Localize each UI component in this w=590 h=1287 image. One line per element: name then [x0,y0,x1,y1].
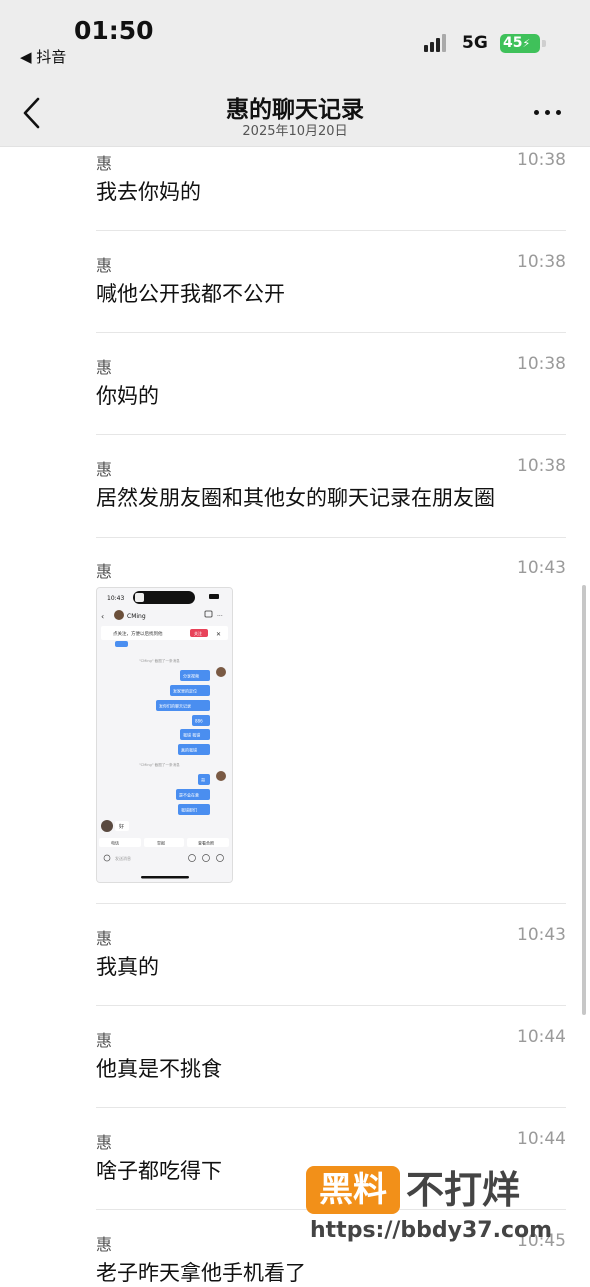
message-sender: 惠 [96,154,113,173]
thumb-bubble-text: 我错 我错 [183,732,200,738]
message-text: 啥子都吃得下 [96,1159,222,1183]
divider [96,230,566,231]
thumb-banner-btn: 关注 [194,630,202,636]
message-time: 10:38 [517,456,566,476]
message-time: 10:38 [517,252,566,272]
message-time: 10:43 [517,925,566,945]
divider [96,332,566,333]
thumb-reply: 好 [119,823,124,830]
message-text: 我真的 [96,955,159,979]
divider [96,903,566,904]
message-time: 10:44 [517,1027,566,1047]
thumb-bubble-text: 真的我错 [181,747,197,753]
divider [96,537,566,538]
message-sender: 惠 [96,358,113,377]
message-text: 居然发朋友圈和其他女的聊天记录在朋友圈 [96,486,495,510]
watermark-url: https://bbdy37.com [310,1218,553,1243]
top-bar: 01:50 ◀ 抖音 5G 45⚡ 惠的聊天记录 2025年10月20日 [0,0,590,147]
message-time: 10:38 [517,150,566,170]
thumb-contact: CMing [127,613,146,620]
message-time: 10:44 [517,1129,566,1149]
thumb-avatar [216,667,226,677]
thumb-tab-2: 举报 [157,840,165,846]
watermark-text: 不打烊 [406,1168,521,1212]
svg-text:✕: ✕ [216,631,221,638]
page-subtitle-date: 2025年10月20日 [242,124,348,139]
svg-text:···: ··· [217,613,223,620]
message-sender: 惠 [96,929,113,948]
message-sender: 惠 [96,256,113,275]
thumb-bubble-text: 是不会在意 [179,792,199,798]
message-time: 10:43 [517,558,566,578]
message-time: 10:38 [517,354,566,374]
thumb-banner: 点关注，方便以后找到他 [113,630,163,637]
scrollbar[interactable] [582,585,586,1015]
message-sender: 惠 [96,460,113,479]
thumb-sys2: "CMing" 截图了一条消息 [139,762,180,767]
thumb-tab-1: 电话 [111,840,119,846]
back-to-app-link[interactable]: ◀ 抖音 [20,46,66,67]
thumb-bubble-text: 分享视频 [183,673,199,679]
thumb-time: 10:43 [107,595,124,602]
message-text: 你妈的 [96,384,159,408]
thumb-bubble-text: 哥 [201,777,205,783]
message-text: 他真是不挑食 [96,1057,222,1081]
message-text: 我去你妈的 [96,180,201,204]
thumb-input: 发送消息 [115,855,131,861]
status-time: 01:50 [74,16,154,45]
message-sender: 惠 [96,1031,113,1050]
svg-text:‹: ‹ [101,612,104,621]
thumb-sys1: "CMing" 截图了一条消息 [139,658,180,663]
page-title: 惠的聊天记录 [226,97,364,123]
divider [96,1107,566,1108]
thumb-bubble-text: 886 [195,719,203,724]
divider [96,434,566,435]
battery-level: 45 [503,35,523,51]
message-text: 喊他公开我都不公开 [96,282,285,306]
watermark-box-text: 黑料 [306,1166,400,1214]
thumb-bubble-text: 我错那们 [181,807,197,813]
more-options-icon[interactable] [530,104,566,120]
thumb-bubble-text: 发你们的聊天记录 [159,703,191,709]
message-text: 老子昨天拿他手机看了 [96,1261,306,1285]
network-type: 5G [462,33,488,53]
message-sender: 惠 [96,1235,113,1254]
thumb-tab-3: 查看合照 [198,840,214,846]
signal-icon [424,34,452,52]
battery-icon: 45⚡ [500,34,546,53]
message-sender: 惠 [96,562,113,581]
chat-screenshot-image[interactable]: 10:43 ‹ CMing ··· 点关注，方便以后找到他 关注 ✕ "CMin… [96,587,233,883]
message-sender: 惠 [96,1133,113,1152]
divider [96,1005,566,1006]
thumb-bubble-text: 发家里的定位 [173,688,197,694]
thumb-avatar [216,771,226,781]
